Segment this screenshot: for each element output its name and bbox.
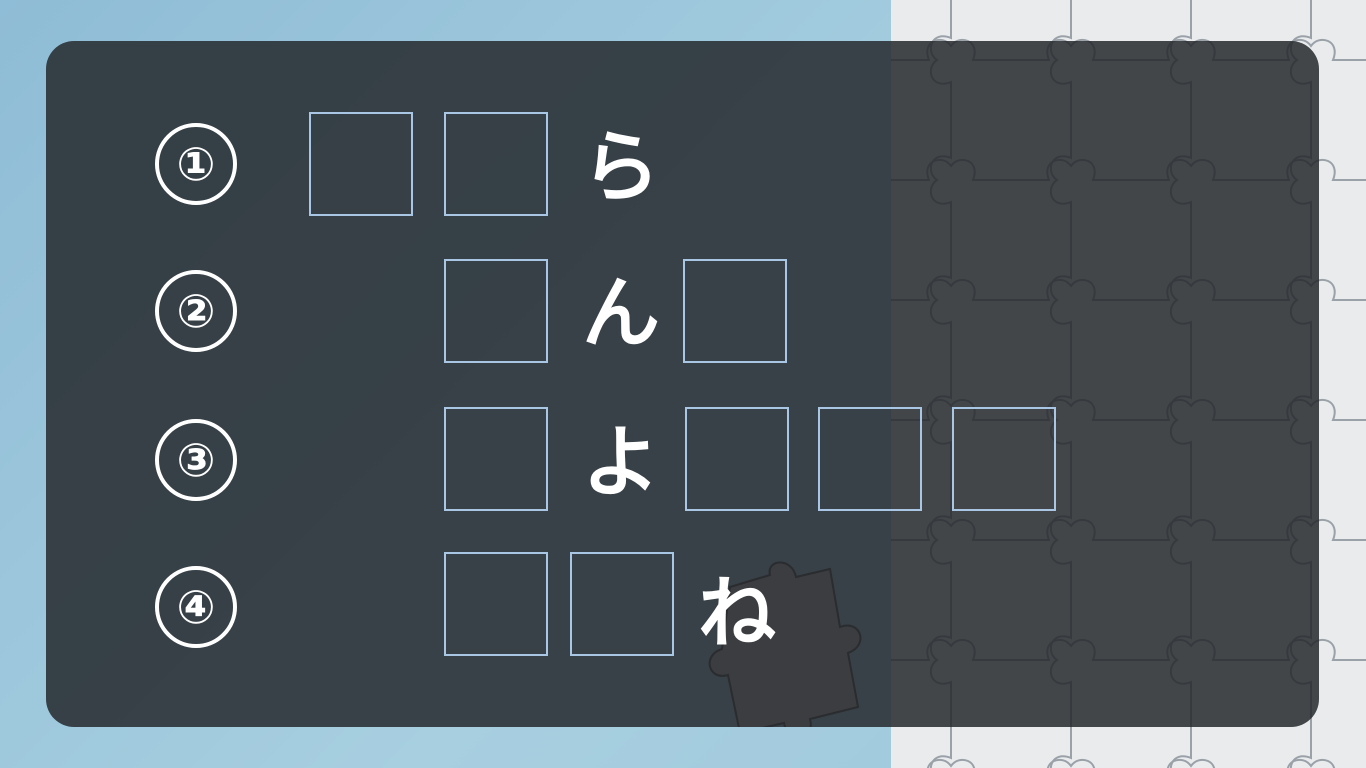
hint-kana-4: ね xyxy=(697,569,776,659)
answer-blank-1-1[interactable] xyxy=(309,112,413,216)
question-number-2: ② xyxy=(155,270,237,352)
hint-kana-3: よ xyxy=(581,418,660,508)
answer-blank-3-2[interactable] xyxy=(685,407,789,511)
answer-blank-1-2[interactable] xyxy=(444,112,548,216)
question-number-4: ④ xyxy=(155,566,237,648)
quiz-panel: ① ら ② ん ③ よ ④ ね xyxy=(46,41,1319,727)
hint-kana-1: ら xyxy=(581,123,660,213)
question-number-1: ① xyxy=(155,123,237,205)
answer-blank-3-4[interactable] xyxy=(952,407,1056,511)
answer-blank-4-1[interactable] xyxy=(444,552,548,656)
answer-blank-2-2[interactable] xyxy=(683,259,787,363)
answer-blank-2-1[interactable] xyxy=(444,259,548,363)
answer-blank-3-3[interactable] xyxy=(818,407,922,511)
quiz-slide: ① ら ② ん ③ よ ④ ね xyxy=(0,0,1366,768)
answer-blank-3-1[interactable] xyxy=(444,407,548,511)
question-number-3: ③ xyxy=(155,419,237,501)
answer-blank-4-2[interactable] xyxy=(570,552,674,656)
hint-kana-2: ん xyxy=(581,269,660,359)
